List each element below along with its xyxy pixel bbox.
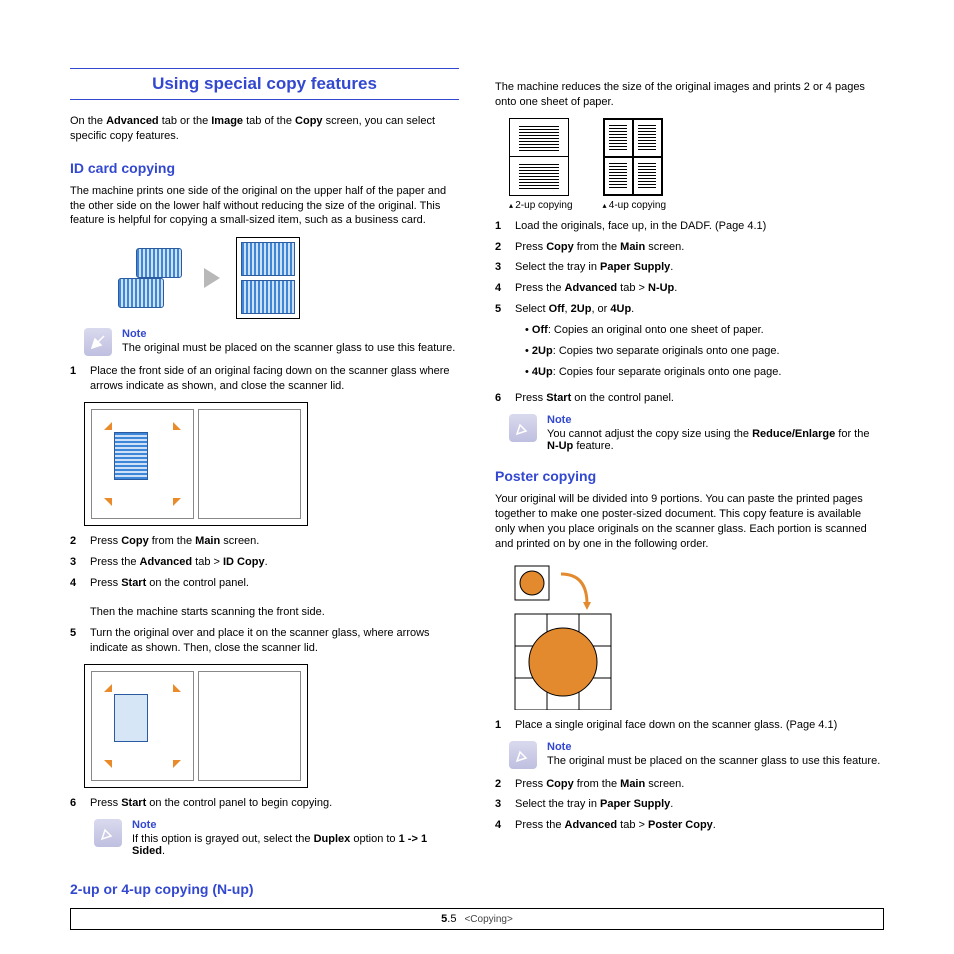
figure-scanner-back <box>84 664 308 788</box>
note-icon <box>509 414 537 442</box>
id-card-para: The machine prints one side of the origi… <box>70 184 459 229</box>
note-icon <box>94 819 122 847</box>
note-block-poster: Note The original must be placed on the … <box>509 741 884 769</box>
figure-nup: 2-up copying 4-up copying <box>509 118 884 211</box>
note-block-nup: Note You cannot adjust the copy size usi… <box>509 414 884 452</box>
note-text: The original must be placed on the scann… <box>547 755 884 767</box>
note-icon <box>84 328 112 356</box>
poster-steps: 1Place a single original face down on th… <box>495 718 884 733</box>
note-label: Note <box>547 414 884 426</box>
page-footer: 5.5 <Copying> <box>70 908 884 930</box>
id-card-heading: ID card copying <box>70 160 459 176</box>
nup-steps: 1Load the originals, face up, in the DAD… <box>495 219 884 407</box>
note-text: You cannot adjust the copy size using th… <box>547 428 884 452</box>
id-card-steps-3: 6Press Start on the control panel to beg… <box>70 796 459 811</box>
note-label: Note <box>547 741 884 753</box>
note-block-2: Note If this option is grayed out, selec… <box>94 819 459 857</box>
main-heading: Using special copy features <box>70 68 459 100</box>
note-block: Note The original must be placed on the … <box>84 328 459 356</box>
note-label: Note <box>132 819 459 831</box>
id-card-steps: 1Place the front side of an original fac… <box>70 364 459 394</box>
left-column: Using special copy features On the Advan… <box>70 60 459 905</box>
caption-2up: 2-up copying <box>509 200 573 211</box>
figure-id-card <box>84 236 334 320</box>
figure-poster <box>509 560 649 710</box>
nup-heading: 2-up or 4-up copying (N-up) <box>70 881 459 897</box>
poster-heading: Poster copying <box>495 468 884 484</box>
poster-steps-2: 2Press Copy from the Main screen. 3Selec… <box>495 777 884 834</box>
note-text: The original must be placed on the scann… <box>122 342 459 354</box>
right-column: The machine reduces the size of the orig… <box>495 60 884 905</box>
caption-4up: 4-up copying <box>603 200 667 211</box>
nup-intro: The machine reduces the size of the orig… <box>495 80 884 110</box>
intro-paragraph: On the Advanced tab or the Image tab of … <box>70 114 459 144</box>
note-label: Note <box>122 328 459 340</box>
figure-scanner-front <box>84 402 308 526</box>
poster-para: Your original will be divided into 9 por… <box>495 492 884 551</box>
note-text: If this option is grayed out, select the… <box>132 833 459 857</box>
arrow-right-icon <box>204 268 220 288</box>
id-card-steps-2: 2Press Copy from the Main screen. 3Press… <box>70 534 459 656</box>
note-icon <box>509 741 537 769</box>
footer-chapter: <Copying> <box>464 914 512 925</box>
